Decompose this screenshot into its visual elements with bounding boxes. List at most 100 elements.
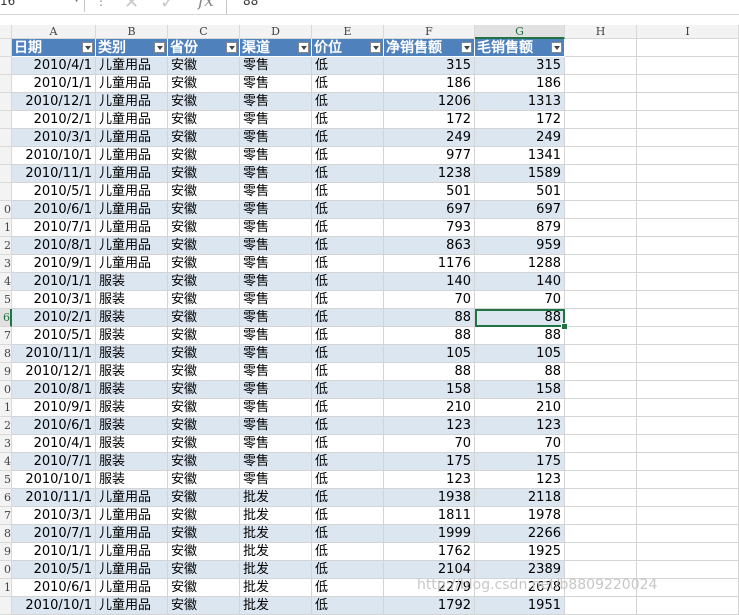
table-cell[interactable]: 零售 [240,111,312,129]
column-header-b[interactable]: B [96,25,168,39]
table-cell[interactable]: 服装 [96,417,168,435]
fx-icon[interactable]: fx [198,0,214,11]
table-cell[interactable]: 123 [384,417,475,435]
table-cell[interactable]: 140 [384,273,475,291]
table-cell[interactable]: 零售 [240,309,312,327]
table-cell[interactable]: 2010/7/1 [12,219,96,237]
table-cell[interactable]: 服装 [96,381,168,399]
table-cell[interactable]: 低 [312,201,384,219]
empty-cell[interactable] [637,39,739,57]
table-cell[interactable]: 零售 [240,471,312,489]
table-cell[interactable]: 安徽 [168,93,240,111]
table-cell[interactable]: 低 [312,399,384,417]
table-cell[interactable]: 2010/8/1 [12,237,96,255]
table-cell[interactable]: 1978 [475,507,565,525]
table-cell[interactable]: 零售 [240,291,312,309]
table-cell[interactable]: 2010/3/1 [12,507,96,525]
table-cell[interactable]: 158 [475,381,565,399]
row-header[interactable]: 5 [0,471,12,489]
table-cell[interactable]: 安徽 [168,363,240,381]
table-cell[interactable]: 2010/11/1 [12,489,96,507]
table-cell[interactable]: 1811 [384,507,475,525]
table-cell[interactable]: 零售 [240,75,312,93]
table-cell[interactable]: 低 [312,453,384,471]
table-cell[interactable]: 安徽 [168,597,240,615]
table-cell[interactable]: 低 [312,165,384,183]
table-cell[interactable]: 1792 [384,597,475,615]
table-cell[interactable]: 低 [312,255,384,273]
table-cell[interactable]: 210 [384,399,475,417]
table-cell[interactable]: 零售 [240,327,312,345]
table-cell[interactable]: 105 [384,345,475,363]
table-cell[interactable]: 批发 [240,543,312,561]
table-cell[interactable]: 安徽 [168,309,240,327]
table-cell[interactable]: 140 [475,273,565,291]
table-cell[interactable]: 低 [312,435,384,453]
table-cell[interactable]: 低 [312,327,384,345]
row-header[interactable]: 0 [0,381,12,399]
table-cell[interactable]: 儿童用品 [96,183,168,201]
row-header[interactable]: 4 [0,453,12,471]
table-cell[interactable]: 1313 [475,93,565,111]
table-cell[interactable]: 零售 [240,129,312,147]
empty-cell[interactable] [637,507,739,525]
table-cell[interactable]: 安徽 [168,75,240,93]
empty-cell[interactable] [637,453,739,471]
table-cell[interactable]: 158 [384,381,475,399]
empty-cell[interactable] [565,345,637,363]
row-header[interactable] [0,75,12,93]
empty-cell[interactable] [565,399,637,417]
table-cell[interactable]: 2010/7/1 [12,525,96,543]
column-header-d[interactable]: D [240,25,312,39]
table-cell[interactable]: 172 [475,111,565,129]
table-cell[interactable]: 服装 [96,291,168,309]
empty-cell[interactable] [637,129,739,147]
empty-cell[interactable] [637,489,739,507]
filter-dropdown-icon[interactable] [298,42,309,53]
table-cell[interactable]: 172 [384,111,475,129]
table-cell[interactable]: 2010/5/1 [12,327,96,345]
table-cell[interactable]: 175 [475,453,565,471]
table-cell[interactable]: 1938 [384,489,475,507]
empty-cell[interactable] [565,381,637,399]
empty-cell[interactable] [637,93,739,111]
empty-cell[interactable] [565,39,637,57]
empty-cell[interactable] [565,255,637,273]
table-cell[interactable]: 服装 [96,471,168,489]
table-cell[interactable]: 零售 [240,381,312,399]
empty-cell[interactable] [565,75,637,93]
empty-cell[interactable] [637,219,739,237]
row-header[interactable]: 2 [0,237,12,255]
table-cell[interactable]: 零售 [240,417,312,435]
table-header-cell[interactable]: 省份 [168,39,240,57]
row-header[interactable]: 9 [0,363,12,381]
table-cell[interactable]: 儿童用品 [96,219,168,237]
table-cell[interactable]: 安徽 [168,201,240,219]
table-cell[interactable]: 1238 [384,165,475,183]
table-cell[interactable]: 服装 [96,399,168,417]
row-header[interactable] [0,129,12,147]
table-cell[interactable]: 2010/6/1 [12,579,96,597]
table-cell[interactable]: 315 [384,57,475,75]
row-header[interactable]: 7 [0,507,12,525]
empty-cell[interactable] [637,57,739,75]
table-cell[interactable]: 服装 [96,273,168,291]
table-cell[interactable]: 儿童用品 [96,507,168,525]
table-cell[interactable]: 2010/1/1 [12,543,96,561]
empty-cell[interactable] [637,417,739,435]
row-header[interactable]: 1 [0,219,12,237]
row-header[interactable] [0,597,12,615]
table-header-cell[interactable]: 毛销售额 [475,39,565,57]
table-cell[interactable]: 低 [312,543,384,561]
select-all-corner[interactable] [0,25,12,39]
table-cell[interactable]: 88 [384,309,475,327]
table-cell[interactable]: 2010/2/1 [12,309,96,327]
table-cell[interactable]: 安徽 [168,579,240,597]
table-cell[interactable]: 88 [475,327,565,345]
empty-cell[interactable] [637,291,739,309]
table-cell[interactable]: 儿童用品 [96,597,168,615]
table-cell[interactable]: 安徽 [168,273,240,291]
table-cell[interactable]: 安徽 [168,399,240,417]
empty-cell[interactable] [637,543,739,561]
empty-cell[interactable] [565,489,637,507]
